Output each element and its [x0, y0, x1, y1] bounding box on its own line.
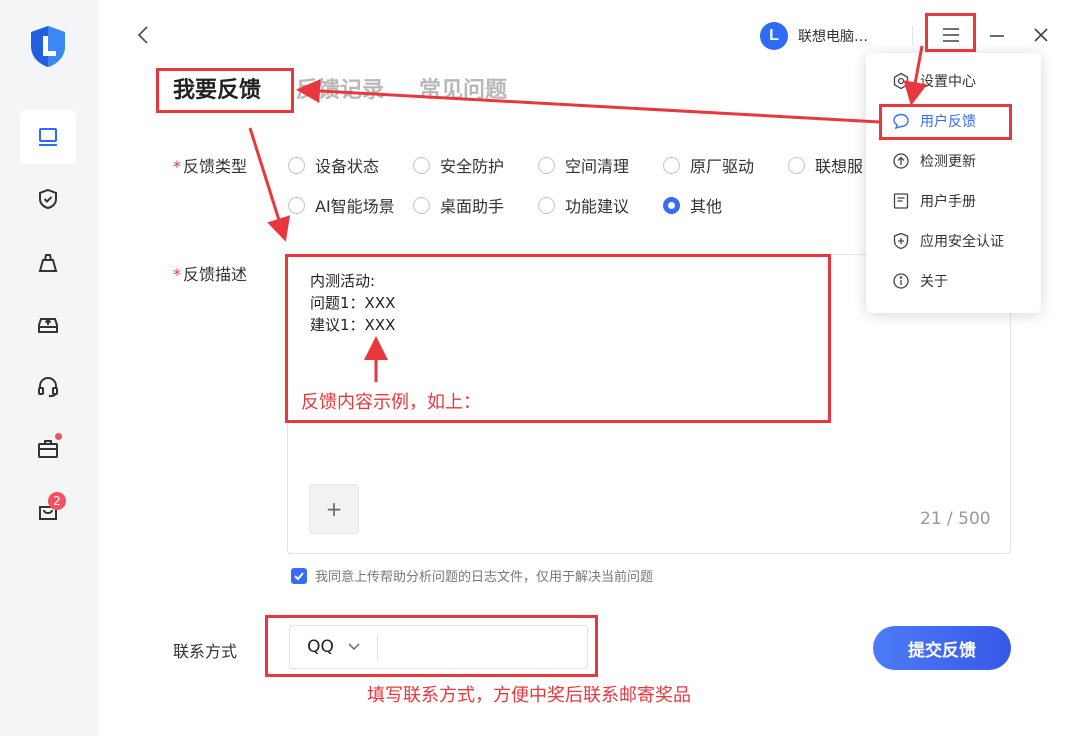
option-cleanup[interactable]: 空间清理 — [538, 153, 629, 177]
option-security[interactable]: 安全防护 — [413, 153, 504, 177]
toolbox-notification-dot — [55, 433, 62, 440]
annotation-box-feedback-item — [879, 104, 1012, 140]
annotation-box-contact — [265, 615, 598, 677]
radio[interactable] — [538, 156, 555, 174]
menu-item-label: 用户手册 — [920, 194, 976, 210]
menu-item-about[interactable]: 关于 — [892, 271, 948, 291]
check-icon — [294, 571, 304, 580]
headset-icon — [38, 377, 58, 397]
minimize-icon — [990, 35, 1004, 37]
consent-checkbox[interactable] — [291, 567, 307, 584]
info-icon — [893, 273, 909, 289]
shield-check-icon — [39, 188, 57, 210]
menu-item-security-cert[interactable]: 应用安全认证 — [892, 231, 1004, 251]
char-counter: 21 / 500 — [920, 509, 991, 529]
radio[interactable] — [413, 196, 430, 214]
annotation-box-tab — [156, 68, 294, 113]
manual-icon — [893, 193, 909, 209]
annotation-example-note: 反馈内容示例，如上： — [301, 392, 481, 413]
radio[interactable] — [413, 156, 430, 174]
radio[interactable] — [663, 156, 680, 174]
menu-item-label: 检测更新 — [920, 154, 976, 170]
radio[interactable] — [288, 196, 305, 214]
menu-item-settings[interactable]: 设置中心 — [892, 71, 976, 91]
feedback-desc-text: 反馈描述 — [183, 265, 248, 284]
option-label: 设备状态 — [315, 157, 380, 176]
menu-item-update[interactable]: 检测更新 — [892, 151, 976, 171]
account-name: 联想电脑… — [798, 29, 868, 45]
contact-label: 联系方式 — [173, 642, 238, 661]
update-icon — [893, 153, 909, 169]
nav-store[interactable]: 2 — [20, 484, 76, 538]
radio[interactable] — [288, 156, 305, 174]
radio-selected[interactable] — [663, 196, 680, 214]
required-mark: * — [173, 265, 181, 284]
option-label: 原厂驱动 — [690, 157, 755, 176]
option-label: 功能建议 — [565, 197, 630, 216]
option-label: 桌面助手 — [440, 197, 505, 216]
nav-driver[interactable] — [20, 298, 76, 352]
add-attachment-button[interactable]: + — [309, 484, 359, 534]
submit-button[interactable]: 提交反馈 — [873, 626, 1011, 670]
settings-menu: 设置中心 用户反馈 检测更新 用户手册 应用安全认证 关于 — [866, 53, 1041, 313]
nav-cleanup[interactable] — [20, 236, 76, 290]
option-lenovo-service[interactable]: 联想服 — [788, 153, 863, 177]
log-consent[interactable]: 我同意上传帮助分析问题的日志文件，仅用于解决当前问题 — [291, 566, 653, 585]
broom-icon — [38, 254, 58, 272]
radio[interactable] — [538, 196, 555, 214]
annotation-contact-note: 填写联系方式，方便中奖后联系邮寄奖品 — [367, 685, 691, 706]
option-device-status[interactable]: 设备状态 — [288, 153, 379, 177]
tab-feedback-history[interactable]: 反馈记录 — [296, 72, 384, 104]
settings-icon — [893, 72, 909, 90]
nav-toolbox[interactable] — [20, 422, 76, 476]
option-label: 其他 — [690, 197, 723, 216]
option-suggestion[interactable]: 功能建议 — [538, 193, 629, 217]
arrow-to-tab — [296, 79, 881, 124]
feedback-type-label: * 反馈类型 — [173, 153, 247, 177]
option-label: 安全防护 — [440, 157, 505, 176]
nav-device[interactable] — [20, 110, 76, 164]
close-icon — [1034, 28, 1048, 42]
option-other[interactable]: 其他 — [663, 193, 722, 217]
required-mark: * — [173, 157, 181, 176]
menu-item-manual[interactable]: 用户手册 — [892, 191, 976, 211]
upload-drive-icon — [38, 318, 58, 333]
header-divider — [912, 26, 913, 46]
consent-text: 我同意上传帮助分析问题的日志文件，仅用于解决当前问题 — [315, 570, 654, 585]
menu-item-label: 应用安全认证 — [920, 234, 1004, 250]
menu-item-label: 设置中心 — [920, 74, 976, 90]
store-badge: 2 — [48, 492, 66, 510]
feedback-type-text: 反馈类型 — [183, 157, 248, 176]
option-desktop-assistant[interactable]: 桌面助手 — [413, 193, 504, 217]
menu-item-label: 关于 — [920, 274, 948, 290]
toolbox-icon — [38, 440, 58, 458]
radio[interactable] — [788, 156, 805, 174]
annotation-box-menu — [925, 13, 976, 52]
option-driver[interactable]: 原厂驱动 — [663, 153, 754, 177]
arrow-to-textarea — [248, 127, 291, 242]
back-icon[interactable] — [134, 24, 154, 46]
monitor-icon — [39, 128, 57, 146]
option-label: 联想服 — [815, 157, 864, 176]
feedback-desc-label: * 反馈描述 — [173, 261, 247, 285]
account[interactable]: L 联想电脑… — [760, 22, 868, 50]
sidebar: 2 — [0, 0, 98, 736]
shield-plus-icon — [893, 232, 909, 250]
option-label: AI智能场景 — [315, 197, 395, 216]
nav-security[interactable] — [20, 172, 76, 226]
tab-faq[interactable]: 常见问题 — [419, 72, 507, 104]
app-logo-icon — [31, 26, 65, 67]
nav-service[interactable] — [20, 360, 76, 414]
option-ai-scene[interactable]: AI智能场景 — [288, 193, 395, 217]
avatar: L — [760, 22, 788, 50]
option-label: 空间清理 — [565, 157, 630, 176]
close-button[interactable] — [1028, 22, 1054, 48]
minimize-button[interactable] — [984, 22, 1010, 48]
